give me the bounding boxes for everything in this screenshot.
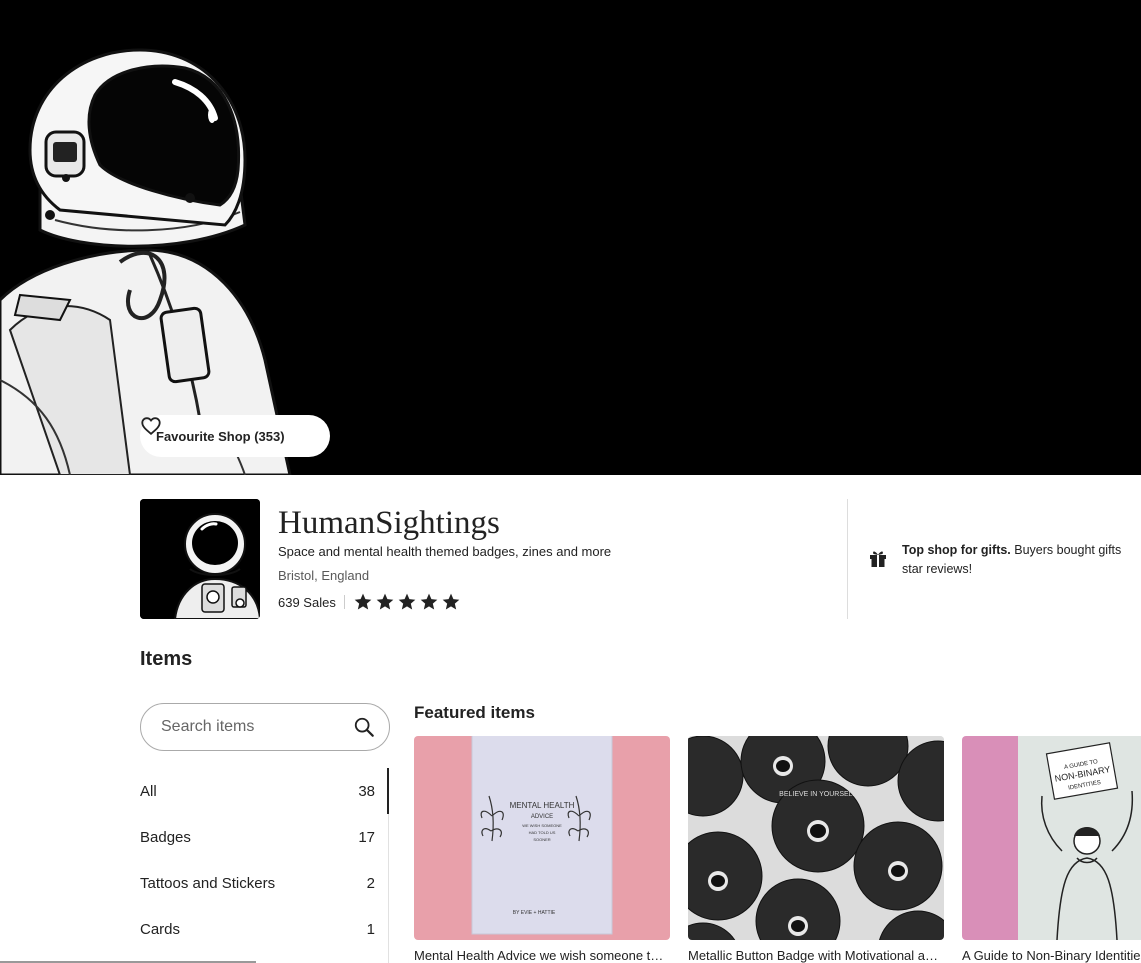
featured-item-card[interactable]: MENTAL HEALTH ADVICE WE WISH SOMEONE HAD…: [414, 736, 670, 963]
badge-text: BELIEVE IN YOURSELF: [779, 791, 857, 798]
category-badges[interactable]: Badges 17: [140, 814, 390, 860]
favourite-shop-button[interactable]: Favourite Shop (353): [140, 415, 330, 457]
sales-count[interactable]: 639 Sales: [278, 595, 336, 610]
gift-bold: Top shop for gifts.: [902, 543, 1011, 557]
star-icon: [376, 593, 394, 610]
shop-name: HumanSightings: [278, 505, 500, 541]
star-icon: [354, 593, 372, 610]
category-label: All: [140, 782, 157, 800]
zine-title-line: SOONER: [533, 837, 550, 842]
item-image[interactable]: A GUIDE TO NON-BINARY IDENTITIES: [962, 736, 1141, 940]
item-title[interactable]: Mental Health Advice we wish someone tol…: [414, 948, 670, 963]
shop-avatar[interactable]: [140, 499, 260, 619]
badges-illustration: BELIEVE IN YOURSELF: [688, 736, 944, 940]
top-shop-gifts-text: Top shop for gifts. Buyers bought gifts …: [902, 541, 1141, 579]
item-image[interactable]: MENTAL HEALTH ADVICE WE WISH SOMEONE HAD…: [414, 736, 670, 940]
category-label: Cards: [140, 920, 181, 938]
astronaut-avatar-icon: [140, 499, 260, 619]
category-cards[interactable]: Cards 1: [140, 906, 390, 952]
category-count: 1: [366, 920, 375, 938]
search-items-input[interactable]: [159, 717, 343, 737]
category-all[interactable]: All 38: [140, 768, 390, 814]
header-divider: [847, 499, 848, 619]
astronaut-illustration: [0, 48, 292, 475]
shop-tagline: Space and mental health themed badges, z…: [278, 544, 612, 559]
category-tattoos-and-stickers[interactable]: Tattoos and Stickers 2: [140, 860, 390, 906]
item-image[interactable]: BELIEVE IN YOURSELF: [688, 736, 944, 940]
star-icon: [420, 593, 438, 610]
gift-line2: star reviews!: [902, 562, 973, 576]
category-label: Badges: [140, 828, 191, 846]
category-label: Tattoos and Stickers: [140, 874, 276, 892]
featured-items-heading: Featured items: [414, 703, 535, 722]
favourite-shop-label: Favourite Shop (353): [156, 428, 285, 444]
search-items-box: [140, 703, 390, 751]
rating-stars[interactable]: [353, 592, 461, 612]
zine-title-line: ADVICE: [531, 814, 553, 820]
shop-location: Bristol, England: [278, 568, 370, 583]
zine-illustration: MENTAL HEALTH ADVICE WE WISH SOMEONE HAD…: [471, 736, 613, 935]
category-list: All 38 Badges 17 Tattoos and Stickers 2 …: [140, 768, 390, 952]
category-count: 38: [358, 782, 375, 800]
zine-authors: BY EVIE + HATTIE: [513, 910, 556, 916]
featured-item-card[interactable]: A GUIDE TO NON-BINARY IDENTITIES A Guide…: [962, 736, 1141, 963]
divider: [343, 595, 345, 609]
item-title[interactable]: A Guide to Non-Binary Identities zine: [962, 948, 1141, 963]
gift-icon: [870, 551, 886, 567]
zine-title-line: MENTAL HEALTH: [510, 801, 575, 810]
gift-line1: Buyers bought gifts: [1010, 543, 1122, 557]
heart-icon: [141, 417, 161, 435]
star-icon: [398, 593, 416, 610]
star-icon: [442, 593, 460, 610]
category-count: 2: [366, 874, 375, 892]
shop-banner: Favourite Shop (353): [0, 0, 1141, 475]
shop-sales-row: 639 Sales: [278, 592, 461, 612]
zine-title-line: HAD TOLD US: [529, 830, 556, 835]
zine-illustration: A GUIDE TO NON-BINARY IDENTITIES: [1018, 736, 1141, 940]
search-button[interactable]: [351, 714, 377, 740]
featured-item-card[interactable]: BELIEVE IN YOURSELF Metallic Button Badg…: [688, 736, 944, 963]
items-heading: Items: [140, 648, 193, 670]
item-title[interactable]: Metallic Button Badge with Motivational …: [688, 948, 944, 963]
shop-header: HumanSightings Space and mental health t…: [140, 499, 1141, 619]
search-icon: [354, 717, 374, 737]
category-count: 17: [358, 828, 375, 846]
zine-title-line: WE WISH SOMEONE: [522, 823, 562, 828]
